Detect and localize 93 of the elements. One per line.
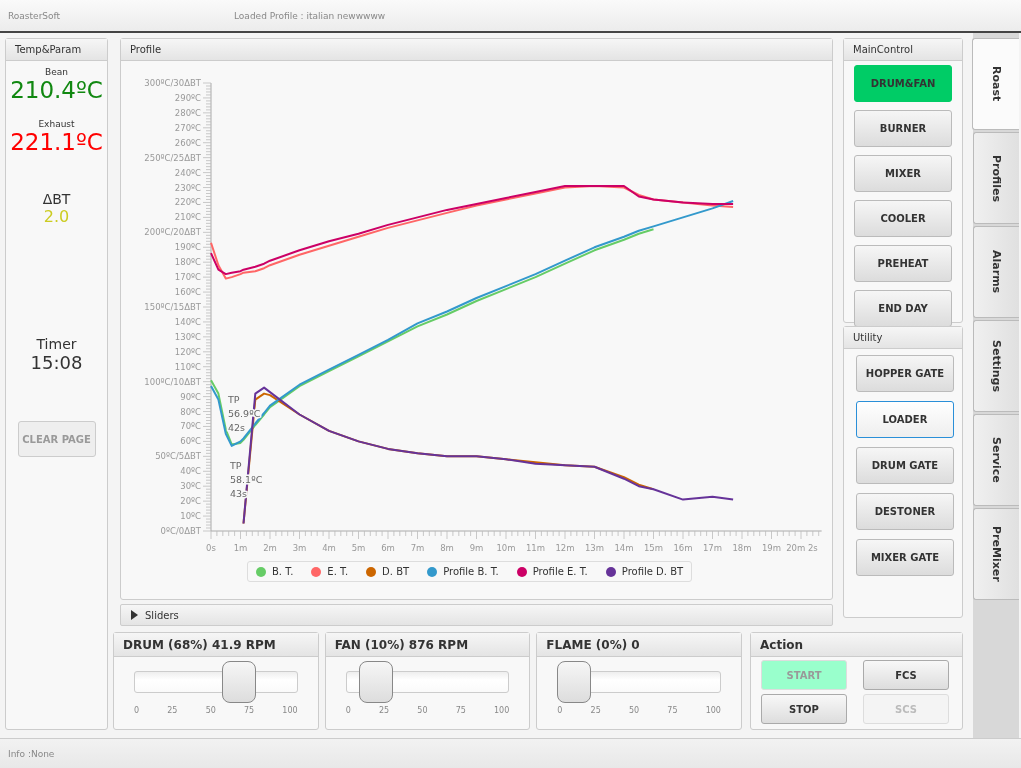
tick-label: 50 bbox=[417, 706, 428, 715]
tick-label: 4m bbox=[322, 543, 336, 553]
reading-label: Bean bbox=[45, 67, 68, 77]
tick-label: 0 bbox=[345, 706, 351, 715]
timer-label: Timer bbox=[36, 336, 77, 352]
tick-label: 7m bbox=[410, 543, 425, 553]
app-title: RoasterSoft bbox=[8, 10, 62, 21]
panel-title: Action bbox=[760, 637, 804, 652]
tick-label: 50 bbox=[205, 706, 216, 715]
tick-label: 100 bbox=[494, 706, 510, 715]
tick-label: 290ºC bbox=[174, 92, 201, 103]
tick-label: 220ºC bbox=[174, 197, 201, 208]
tick-label: 15m bbox=[643, 543, 664, 553]
tick-label: 14m bbox=[614, 543, 634, 553]
slider-title: FLAME (0%) 0 bbox=[546, 637, 640, 652]
status-text: Info :None bbox=[8, 748, 55, 759]
reading-label: Exhaust bbox=[38, 119, 75, 129]
tick-label: 90ºC bbox=[180, 391, 201, 402]
panel-title: MainControl bbox=[853, 44, 914, 55]
reading-value: 210.4ºC bbox=[10, 77, 103, 103]
tick-label: 13m bbox=[584, 543, 605, 553]
tick-label: 140ºC bbox=[174, 316, 201, 327]
tick-label: 3m bbox=[292, 543, 307, 553]
tick-label: 270ºC bbox=[174, 122, 201, 133]
tick-label: 150ºC/15ΔBT bbox=[144, 302, 201, 312]
tick-label: 10m bbox=[496, 543, 516, 553]
panel-title: Profile bbox=[130, 44, 162, 55]
tick-label: 260ºC bbox=[174, 137, 201, 148]
reading-value: 2.0 bbox=[43, 207, 70, 226]
panel-title: Temp&Param bbox=[15, 44, 82, 55]
slider-title: DRUM (68%) 41.9 RPM bbox=[123, 637, 276, 652]
tick-label: 19m bbox=[761, 543, 782, 553]
tick-label: 20ºC bbox=[180, 496, 201, 507]
panel-title: Utility bbox=[853, 332, 883, 343]
tick-label: 20m 2s bbox=[786, 543, 818, 553]
tick-label: 10ºC bbox=[180, 511, 201, 522]
tick-label: 200ºC/20ΔBT bbox=[144, 227, 201, 238]
tick-label: 50 bbox=[628, 706, 640, 715]
tick-label: 0 bbox=[134, 706, 140, 715]
tick-label: 0 bbox=[557, 706, 563, 715]
tick-label: 75 bbox=[244, 706, 255, 715]
slider-title: FAN (10%) 876 RPM bbox=[334, 637, 469, 652]
tick-label: 40ºC bbox=[180, 466, 201, 477]
tick-label: 100 bbox=[705, 706, 721, 715]
legend-label: E. T. bbox=[327, 566, 349, 577]
sliders-label: Sliders bbox=[145, 609, 179, 621]
tick-label: 25 bbox=[378, 706, 390, 715]
tick-label: 130ºC bbox=[174, 331, 201, 342]
legend-label: B. T. bbox=[272, 566, 294, 577]
tick-label: 75 bbox=[455, 706, 466, 715]
tick-label: 18m bbox=[732, 543, 752, 553]
legend-label: Profile E. T. bbox=[532, 566, 588, 577]
loaded-profile-label: Loaded Profile : italian newwwww bbox=[234, 10, 386, 21]
tick-label: 120ºC bbox=[174, 346, 201, 357]
tick-label: 0s bbox=[206, 543, 216, 553]
tick-label: 100ºC/10ΔBT bbox=[144, 376, 201, 387]
tick-label: 210ºC bbox=[174, 212, 201, 223]
tick-label: 6m bbox=[381, 543, 395, 553]
tick-label: 110ºC bbox=[174, 361, 201, 372]
legend-label: Profile D. BT bbox=[621, 566, 684, 577]
tick-label: 100 bbox=[282, 706, 298, 715]
tick-label: 1m bbox=[233, 543, 248, 553]
tick-label: 0ºC/0ΔBT bbox=[160, 526, 201, 536]
tick-label: 60ºC bbox=[180, 436, 201, 447]
tick-label: 250ºC/25ΔBT bbox=[144, 152, 201, 163]
legend-label: D. BT bbox=[382, 566, 410, 577]
tick-label: 170ºC bbox=[174, 272, 201, 283]
tick-label: 50ºC/5ΔBT bbox=[155, 451, 201, 462]
legend-label: Profile B. T. bbox=[443, 566, 499, 577]
tick-label: 5m bbox=[351, 543, 366, 553]
tick-label: 16m bbox=[673, 543, 693, 553]
tick-label: 2m bbox=[263, 543, 277, 553]
tick-label: 160ºC bbox=[174, 287, 201, 298]
tick-label: 70ºC bbox=[180, 421, 201, 432]
tick-label: 12m bbox=[555, 543, 575, 553]
reading-label: ΔBT bbox=[42, 191, 71, 207]
tick-label: 11m bbox=[525, 543, 546, 553]
tick-label: 25 bbox=[590, 706, 601, 715]
timer-value: 15:08 bbox=[30, 352, 83, 373]
tick-label: 75 bbox=[667, 706, 678, 715]
tick-label: 280ºC bbox=[174, 107, 201, 118]
tick-label: 17m bbox=[702, 543, 723, 553]
tick-label: 9m bbox=[469, 543, 484, 553]
tick-label: 30ºC bbox=[180, 481, 201, 492]
tick-label: 230ºC bbox=[174, 182, 201, 193]
tick-label: 190ºC bbox=[174, 242, 201, 253]
tick-label: 240ºC bbox=[174, 167, 201, 178]
tick-label: 300ºC/30ΔBT bbox=[144, 78, 201, 88]
reading-value: 221.1ºC bbox=[10, 129, 103, 155]
tick-label: 80ºC bbox=[180, 406, 201, 417]
tick-label: 25 bbox=[167, 706, 178, 715]
tick-label: 8m bbox=[440, 543, 454, 553]
tick-label: 180ºC bbox=[174, 257, 201, 268]
